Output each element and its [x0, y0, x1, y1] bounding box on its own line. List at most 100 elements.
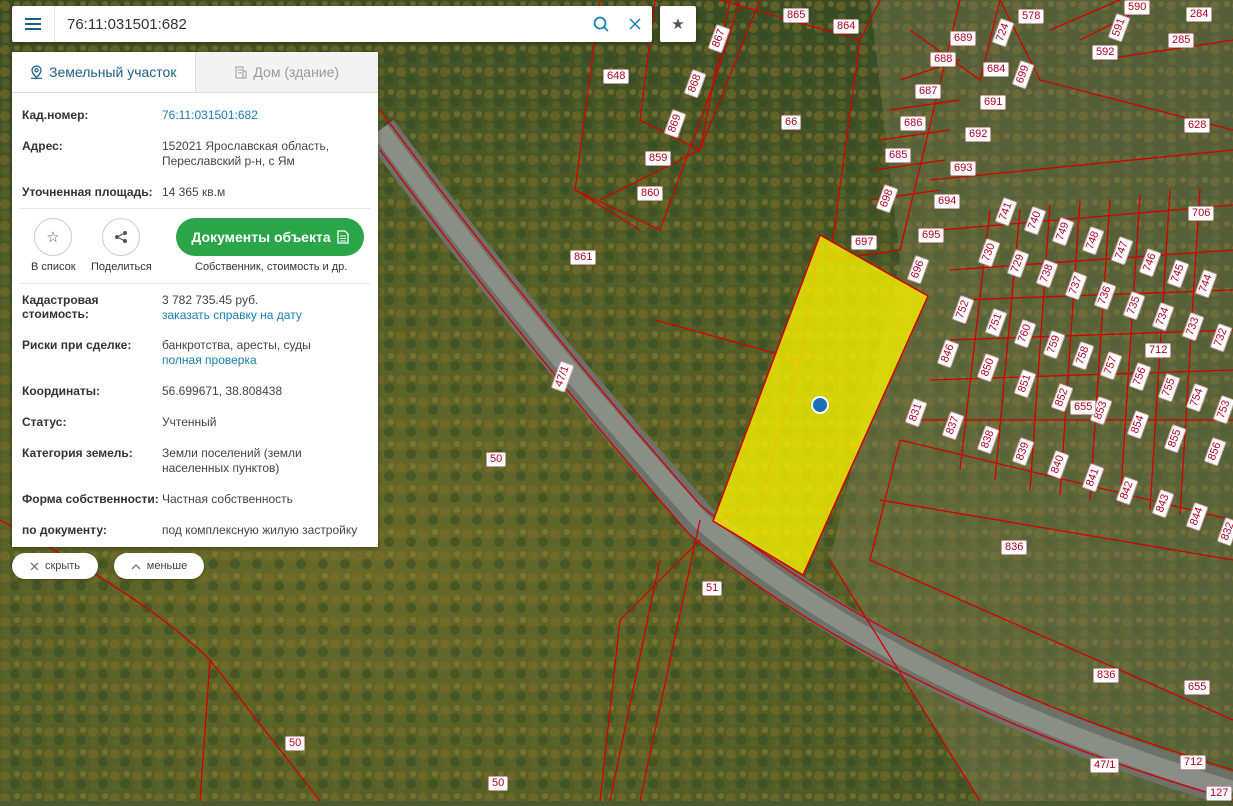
- map-label: 655: [1070, 400, 1097, 415]
- map-label: 284: [1186, 7, 1213, 22]
- map-label: 860: [637, 186, 664, 201]
- address-label: Адрес:: [22, 139, 63, 153]
- map-label: 865: [783, 8, 810, 23]
- menu-button[interactable]: [12, 6, 55, 42]
- divider: [20, 208, 370, 209]
- tab-label: Земельный участок: [49, 64, 177, 80]
- search-icon: [593, 16, 609, 32]
- chevron-up-icon: [131, 563, 141, 569]
- risk-label: Риски при сделке:: [22, 338, 132, 352]
- risk-value: банкротства, аресты, суды: [162, 338, 311, 352]
- map-label: 836: [1001, 540, 1028, 555]
- clear-button[interactable]: [618, 6, 652, 42]
- risk-row: Риски при сделке: банкротства, аресты, с…: [12, 338, 378, 368]
- search-button[interactable]: [584, 6, 618, 42]
- area-label: Уточненная площадь:: [22, 185, 153, 199]
- map-label: 692: [965, 127, 992, 142]
- cost-row: Кадастровая стоимость: 3 782 735.45 руб. з…: [12, 293, 378, 323]
- add-to-list-label: В список: [31, 261, 76, 273]
- map-label: 836: [1093, 668, 1120, 683]
- hamburger-icon: [25, 18, 41, 30]
- full-check-link[interactable]: полная проверка: [162, 353, 257, 367]
- map-label: 691: [980, 95, 1007, 110]
- order-report-link[interactable]: заказать справку на дату: [162, 308, 302, 322]
- tab-land-plot[interactable]: Земельный участок: [12, 52, 195, 92]
- map-label: 859: [645, 151, 672, 166]
- map-label: 706: [1188, 206, 1215, 221]
- info-panel: Земельный участок Дом (здание) Кад.номер…: [12, 52, 378, 547]
- parcel-marker[interactable]: [811, 396, 829, 414]
- close-icon: [629, 18, 641, 30]
- share-button[interactable]: [102, 218, 140, 256]
- document-label: по документу:: [22, 523, 107, 537]
- document-icon: [336, 230, 349, 244]
- tab-building[interactable]: Дом (здание): [194, 52, 378, 92]
- cad-link[interactable]: 76:11:031501:682: [162, 108, 258, 122]
- less-button[interactable]: меньше: [114, 553, 204, 579]
- map-label: 50: [285, 736, 306, 751]
- share-label: Поделиться: [91, 261, 152, 273]
- map-label: 66: [781, 115, 802, 130]
- cad-row: Кад.номер: 76:11:031501:682: [12, 108, 378, 123]
- map-label: 688: [930, 52, 957, 67]
- docs-subtitle: Собственник, стоимость и др.: [195, 261, 348, 273]
- close-icon: [30, 562, 39, 570]
- address-line: 152021 Ярославская область,: [162, 139, 330, 153]
- cost-label: стоимость:: [22, 307, 89, 321]
- share-icon: [115, 231, 127, 243]
- map-label: 712: [1145, 343, 1172, 358]
- documents-button[interactable]: Документы объекта: [176, 218, 364, 256]
- status-row: Статус: Учтенный: [12, 415, 378, 430]
- hide-label: скрыть: [44, 560, 81, 572]
- address-line: Переславский р-н, с Ям: [162, 154, 295, 168]
- map-label: 590: [1124, 0, 1151, 15]
- map-label: 693: [950, 161, 977, 176]
- map-label: 687: [915, 84, 942, 99]
- map-pin-icon: [31, 65, 43, 79]
- category-label: Категория земель:: [22, 446, 133, 460]
- coords-value: 56.699671, 38.808438: [162, 384, 283, 398]
- area-value: 14 365 кв.м: [162, 185, 226, 199]
- hide-button[interactable]: скрыть: [12, 553, 98, 579]
- map-label: 861: [570, 250, 597, 265]
- map-label: 648: [603, 69, 630, 84]
- map-label: 684: [983, 62, 1010, 77]
- ownership-label: Форма собственности:: [22, 492, 159, 506]
- map-label: 694: [934, 194, 961, 209]
- map-label: 127: [1206, 786, 1233, 801]
- cad-label: Кад.номер:: [22, 108, 89, 122]
- coords-row: Координаты: 56.699671, 38.808438: [12, 384, 378, 399]
- cost-label: Кадастровая: [22, 293, 99, 307]
- map-label: 655: [1184, 680, 1211, 695]
- map-label: 695: [918, 228, 945, 243]
- star-icon: ★: [671, 16, 685, 33]
- map-label: 685: [885, 148, 912, 163]
- category-row: Категория земель: Земли поселений (земли…: [12, 446, 378, 476]
- ownership-value: Частная собственность: [162, 492, 293, 506]
- map-label: 578: [1018, 9, 1045, 24]
- address-row: Адрес: 152021 Ярославская область, Пересл…: [12, 139, 378, 169]
- map-label: 51: [702, 581, 723, 596]
- cost-value: 3 782 735.45 руб.: [162, 293, 259, 307]
- document-value: под комплексную жилую застройку: [162, 523, 358, 537]
- map-label: 628: [1184, 118, 1211, 133]
- search-input[interactable]: [55, 7, 584, 41]
- map-label: 686: [900, 116, 927, 131]
- map-label: 712: [1180, 755, 1207, 770]
- status-value: Учтенный: [162, 415, 217, 429]
- tab-label: Дом (здание): [253, 64, 340, 80]
- coords-label: Координаты:: [22, 384, 101, 398]
- map-label: 50: [486, 452, 507, 467]
- tabs: Земельный участок Дом (здание): [12, 52, 378, 93]
- map-label: 697: [851, 235, 878, 250]
- favorites-button[interactable]: ★: [660, 6, 696, 42]
- add-to-list-button[interactable]: ☆: [34, 218, 72, 256]
- search-bar: [12, 6, 652, 42]
- map-label: 864: [833, 19, 860, 34]
- ownership-row: Форма собственности: Частная собственнос…: [12, 492, 378, 507]
- map-label: 50: [488, 776, 509, 791]
- status-label: Статус:: [22, 415, 67, 429]
- category-value: Земли поселений (земли: [162, 446, 302, 460]
- area-row: Уточненная площадь: 14 365 кв.м: [12, 185, 378, 200]
- docs-button-label: Документы объекта: [191, 229, 331, 245]
